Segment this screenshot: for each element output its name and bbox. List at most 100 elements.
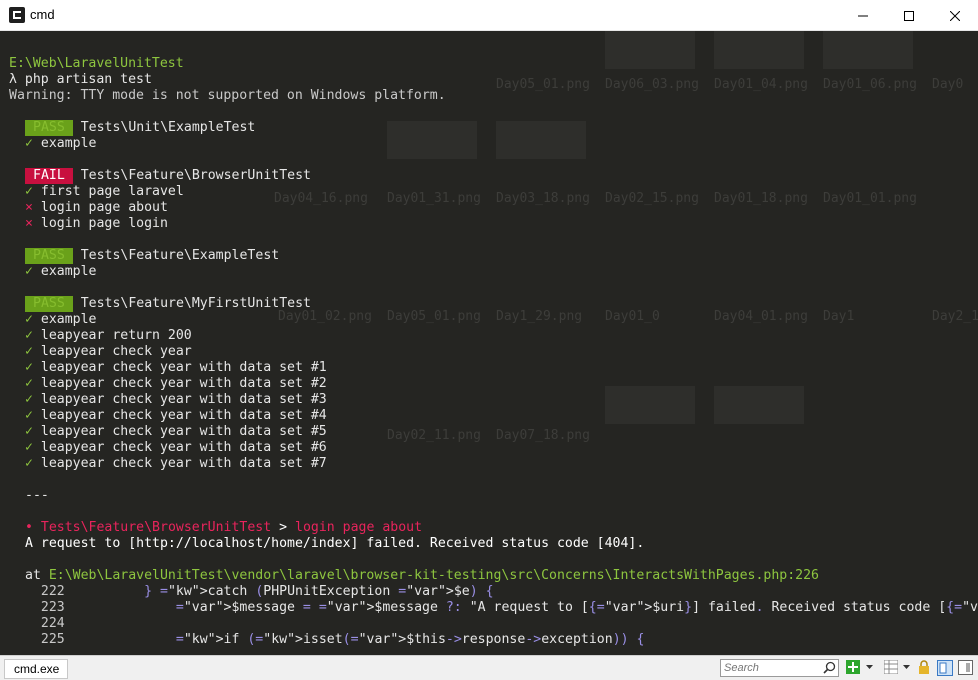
title-bar: cmd	[0, 0, 978, 31]
cross-icon: ⨯	[25, 200, 33, 215]
code-text: ="kw">if (="kw">isset(="var">$this->resp…	[175, 632, 645, 647]
minimize-button[interactable]	[840, 0, 886, 31]
failure-arrow: >	[279, 520, 288, 535]
test-suite-line: PASS Tests\Unit\ExampleTest	[9, 120, 978, 136]
failure-location: at E:\Web\LaravelUnitTest\vendor\laravel…	[9, 568, 978, 584]
status-bar: cmd.exe	[0, 655, 978, 680]
code-text: } ="kw">catch (PHPUnitException ="var">$…	[144, 584, 494, 599]
test-case-name: example	[32, 136, 97, 151]
test-suite-line: PASS Tests\Feature\ExampleTest	[9, 248, 978, 264]
command-text: php artisan test	[24, 72, 152, 87]
search-box[interactable]	[720, 659, 839, 677]
test-case-line: ✓ leapyear check year	[9, 344, 978, 360]
test-case-name: leapyear check year with data set #6	[32, 440, 327, 455]
close-icon	[950, 10, 960, 21]
line-number: 223	[25, 600, 65, 615]
dropdown-icon[interactable]	[866, 665, 873, 670]
test-case-name: leapyear return 200	[32, 328, 192, 343]
cross-icon: ⨯	[25, 216, 33, 231]
window-title: cmd	[30, 7, 55, 22]
test-case-line: ✓ leapyear check year with data set #3	[9, 392, 978, 408]
console-tab[interactable]: cmd.exe	[4, 659, 68, 679]
add-console-icon[interactable]	[846, 660, 860, 674]
minimize-icon	[858, 15, 868, 16]
line-number: 225	[25, 632, 65, 647]
test-case-line: ✓ leapyear check year with data set #6	[9, 440, 978, 456]
test-suite-line: FAIL Tests\Feature\BrowserUnitTest	[9, 168, 978, 184]
console-output[interactable]: Day05_01.png Day06_03.png Day01_04.png Day0…	[0, 31, 978, 655]
code-line: 225 ="kw">if (="kw">isset(="var">$this->…	[9, 632, 978, 648]
check-icon: ✓	[25, 360, 33, 375]
test-case-line: ✓ example	[9, 312, 978, 328]
status-badge: FAIL	[25, 168, 73, 184]
test-case-line: ✓ leapyear return 200	[9, 328, 978, 344]
code-line: 222 } ="kw">catch (PHPUnitException ="va…	[9, 584, 978, 600]
test-case-name: example	[32, 312, 97, 327]
test-suite-line: PASS Tests\Feature\MyFirstUnitTest	[9, 296, 978, 312]
search-input[interactable]	[724, 661, 822, 675]
layout-icon[interactable]	[958, 660, 973, 675]
code-line: 224	[9, 616, 978, 632]
search-icon[interactable]	[823, 661, 836, 674]
line-number: 222	[25, 584, 65, 599]
test-case-name: leapyear check year	[32, 344, 192, 359]
test-case-name: login page about	[32, 200, 168, 215]
location-path: E:\Web\LaravelUnitTest\vendor\laravel\br…	[48, 568, 819, 583]
test-suite-name: Tests\Feature\BrowserUnitTest	[72, 168, 311, 183]
close-button[interactable]	[932, 0, 978, 31]
status-badge: PASS	[25, 296, 73, 312]
check-icon: ✓	[25, 424, 33, 439]
check-icon: ✓	[25, 312, 33, 327]
check-icon: ✓	[25, 376, 33, 391]
at-label: at	[25, 568, 41, 583]
test-suite-name: Tests\Feature\ExampleTest	[72, 248, 280, 263]
maximize-icon	[904, 10, 914, 21]
test-groups: PASS Tests\Unit\ExampleTest ✓ example FAIL…	[9, 120, 978, 488]
check-icon: ✓	[25, 136, 33, 151]
test-case-line: ✓ example	[9, 136, 978, 152]
failure-case: login page about	[295, 520, 423, 535]
test-case-line: ⨯ login page about	[9, 200, 978, 216]
lock-icon[interactable]	[918, 660, 930, 674]
test-case-line: ✓ leapyear check year with data set #7	[9, 456, 978, 472]
grid-icon[interactable]	[884, 660, 898, 674]
check-icon: ✓	[25, 344, 33, 359]
line-number: 224	[25, 616, 65, 631]
test-case-line: ✓ leapyear check year with data set #2	[9, 376, 978, 392]
failure-bullet: •	[25, 520, 33, 535]
maximize-button[interactable]	[886, 0, 932, 31]
terminal-lines: E:\Web\LaravelUnitTest λ php artisan tes…	[9, 56, 978, 648]
failure-message: A request to [http://localhost/home/inde…	[25, 536, 645, 551]
check-icon: ✓	[25, 264, 33, 279]
split-view-icon[interactable]	[937, 660, 953, 676]
check-icon: ✓	[25, 456, 33, 471]
code-line: 223 ="var">$message = ="var">$message ?:…	[9, 600, 978, 616]
check-icon: ✓	[25, 408, 33, 423]
cmder-app-icon[interactable]	[9, 7, 25, 23]
prompt-symbol: λ	[9, 72, 17, 87]
code-text: ="var">$message = ="var">$message ?: "A …	[175, 600, 978, 615]
test-case-name: leapyear check year with data set #7	[32, 456, 327, 471]
test-case-line: ⨯ login page login	[9, 216, 978, 232]
status-badge: PASS	[25, 248, 73, 264]
failure-header: • Tests\Feature\BrowserUnitTest > login …	[9, 520, 978, 536]
test-case-name: leapyear check year with data set #1	[32, 360, 327, 375]
separator: ---	[25, 488, 49, 503]
test-case-name: leapyear check year with data set #5	[32, 424, 327, 439]
test-case-line: ✓ leapyear check year with data set #5	[9, 424, 978, 440]
check-icon: ✓	[25, 440, 33, 455]
test-case-name: login page login	[32, 216, 168, 231]
code-snippet: 222 } ="kw">catch (PHPUnitException ="va…	[9, 584, 978, 648]
test-case-line: ✓ first page laravel	[9, 184, 978, 200]
command-line: λ php artisan test	[9, 72, 978, 88]
test-case-name: leapyear check year with data set #2	[32, 376, 327, 391]
failure-test: Tests\Feature\BrowserUnitTest	[40, 520, 272, 535]
prompt-path: E:\Web\LaravelUnitTest	[9, 56, 184, 71]
test-case-name: leapyear check year with data set #3	[32, 392, 327, 407]
test-case-line: ✓ leapyear check year with data set #4	[9, 408, 978, 424]
dropdown-icon[interactable]	[903, 665, 910, 670]
